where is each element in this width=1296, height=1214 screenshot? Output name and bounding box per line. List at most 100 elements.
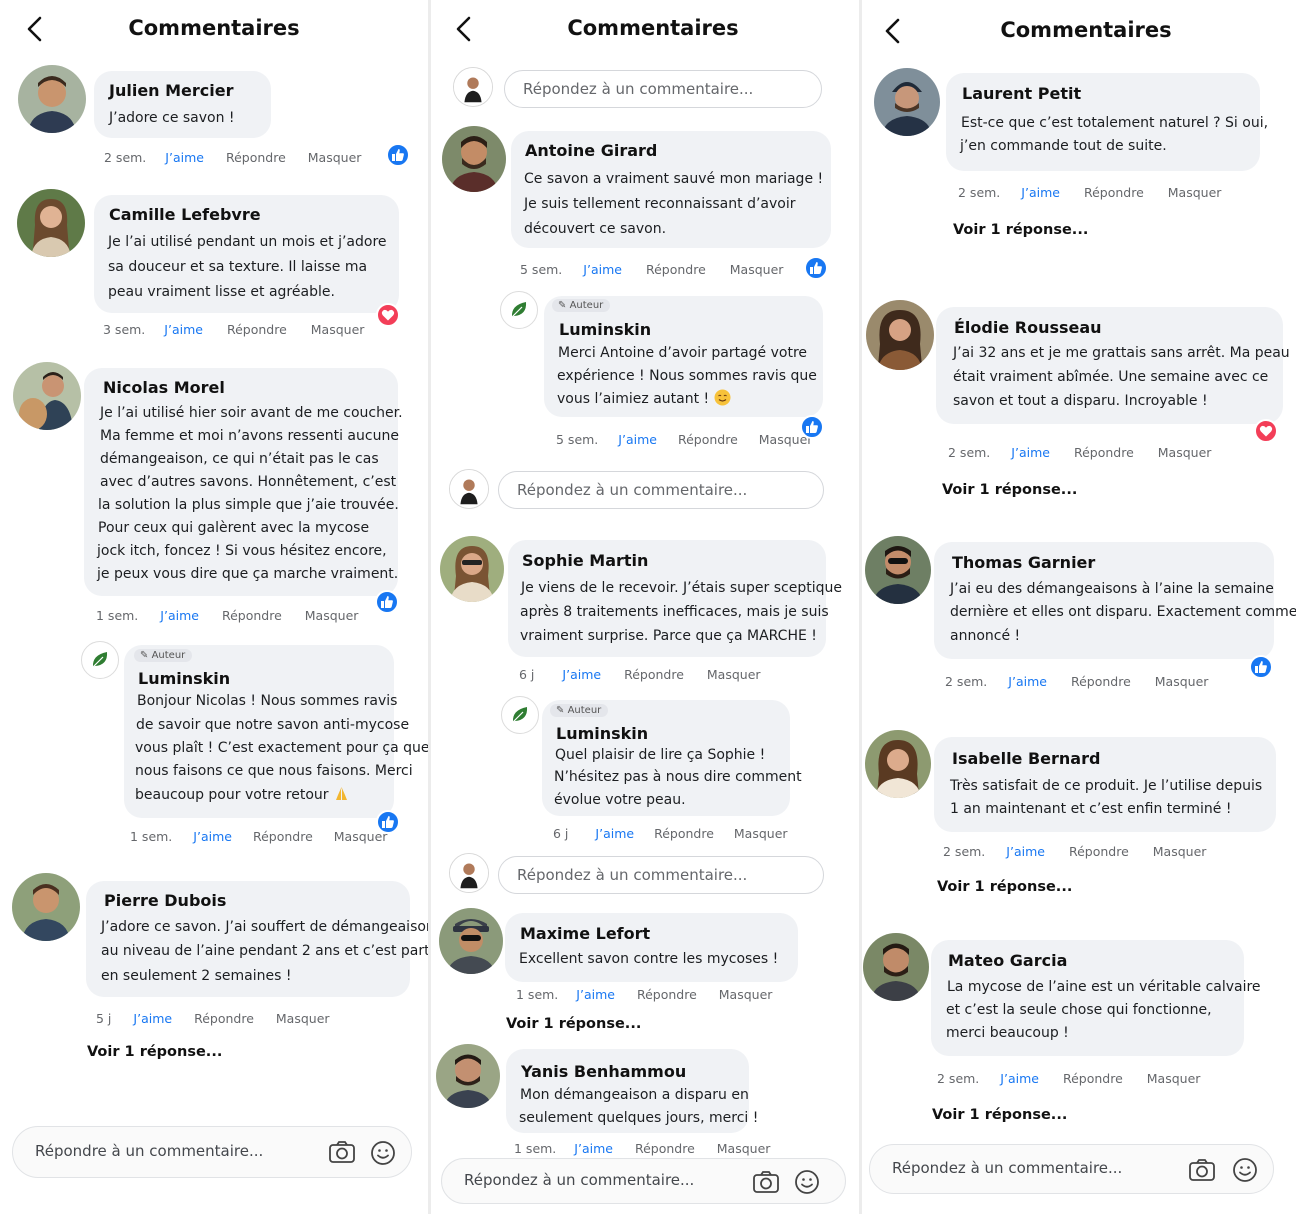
- commenter-name[interactable]: Yanis Benhammou: [521, 1062, 686, 1081]
- camera-icon[interactable]: [328, 1140, 356, 1164]
- commenter-name[interactable]: Maxime Lefort: [520, 924, 650, 943]
- reply-input[interactable]: Répondez à un commentaire...: [498, 856, 824, 894]
- like-button[interactable]: J’aime: [618, 432, 657, 447]
- avatar[interactable]: [13, 362, 81, 430]
- like-button[interactable]: J’aime: [193, 829, 232, 844]
- reply-button[interactable]: Répondre: [1063, 1071, 1123, 1086]
- commenter-name[interactable]: Luminskin: [559, 320, 651, 339]
- avatar[interactable]: [866, 300, 934, 370]
- commenter-name[interactable]: Élodie Rousseau: [954, 318, 1102, 337]
- commenter-name[interactable]: Camille Lefebvre: [109, 205, 261, 224]
- hide-button[interactable]: Masquer: [1158, 445, 1212, 460]
- like-button[interactable]: J’aime: [562, 667, 601, 682]
- avatar[interactable]: [436, 1044, 500, 1108]
- commenter-name[interactable]: Luminskin: [556, 724, 648, 743]
- reply-button[interactable]: Répondre: [1074, 445, 1134, 460]
- commenter-name[interactable]: Sophie Martin: [522, 551, 648, 570]
- avatar[interactable]: [874, 68, 940, 136]
- see-replies-link[interactable]: Voir 1 réponse...: [87, 1044, 222, 1060]
- camera-icon[interactable]: [1188, 1158, 1216, 1182]
- commenter-name[interactable]: Julien Mercier: [109, 81, 234, 100]
- like-button[interactable]: J’aime: [574, 1141, 613, 1156]
- reply-button[interactable]: Répondre: [624, 667, 684, 682]
- reply-button[interactable]: Répondre: [194, 1011, 254, 1026]
- like-button[interactable]: J’aime: [1008, 674, 1047, 689]
- commenter-name[interactable]: Thomas Garnier: [952, 553, 1095, 572]
- reply-button[interactable]: Répondre: [226, 150, 286, 165]
- reply-button[interactable]: Répondre: [222, 608, 282, 623]
- brand-avatar[interactable]: [81, 641, 119, 679]
- reply-button[interactable]: Répondre: [227, 322, 287, 337]
- reply-button[interactable]: Répondre: [253, 829, 313, 844]
- emoji-icon[interactable]: [370, 1140, 396, 1166]
- avatar[interactable]: [12, 873, 80, 941]
- like-button[interactable]: J’aime: [1021, 185, 1060, 200]
- commenter-name[interactable]: Isabelle Bernard: [952, 749, 1100, 768]
- like-button[interactable]: J’aime: [133, 1011, 172, 1026]
- avatar[interactable]: [18, 65, 86, 133]
- hide-button[interactable]: Masquer: [311, 322, 365, 337]
- reply-button[interactable]: Répondre: [678, 432, 738, 447]
- avatar[interactable]: [440, 536, 504, 602]
- avatar[interactable]: [17, 189, 85, 257]
- like-button[interactable]: J’aime: [583, 262, 622, 277]
- like-button[interactable]: J’aime: [595, 826, 634, 841]
- reply-button[interactable]: Répondre: [1069, 844, 1129, 859]
- avatar[interactable]: [863, 933, 929, 1001]
- thumbs-up-icon: [381, 596, 393, 608]
- see-replies-link[interactable]: Voir 1 réponse...: [942, 482, 1077, 498]
- commenter-name[interactable]: Laurent Petit: [962, 84, 1081, 103]
- comment-time: 3 sem.: [103, 322, 146, 337]
- reply-button[interactable]: Répondre: [635, 1141, 695, 1156]
- see-replies-link[interactable]: Voir 1 réponse...: [953, 222, 1088, 238]
- commenter-name[interactable]: Nicolas Morel: [103, 378, 225, 397]
- camera-icon[interactable]: [752, 1170, 780, 1194]
- hide-button[interactable]: Masquer: [308, 150, 362, 165]
- reply-input[interactable]: Répondez à un commentaire...: [498, 471, 824, 509]
- reply-button[interactable]: Répondre: [646, 262, 706, 277]
- hide-button[interactable]: Masquer: [1155, 674, 1209, 689]
- avatar[interactable]: [442, 126, 506, 192]
- reply-button[interactable]: Répondre: [1084, 185, 1144, 200]
- see-replies-link[interactable]: Voir 1 réponse...: [937, 879, 1072, 895]
- like-button[interactable]: J’aime: [160, 608, 199, 623]
- reply-button[interactable]: Répondre: [1071, 674, 1131, 689]
- like-button[interactable]: J’aime: [576, 987, 615, 1002]
- author-badge-label: Auteur: [569, 300, 604, 311]
- commenter-name[interactable]: Pierre Dubois: [104, 891, 226, 910]
- reply-button[interactable]: Répondre: [637, 987, 697, 1002]
- comment-composer[interactable]: Répondez à un commentaire...: [869, 1144, 1274, 1194]
- brand-avatar[interactable]: [500, 291, 538, 329]
- like-button[interactable]: J’aime: [1006, 844, 1045, 859]
- avatar[interactable]: [865, 536, 931, 604]
- comment-composer[interactable]: Répondez à un commentaire...: [441, 1158, 846, 1204]
- hide-button[interactable]: Masquer: [305, 608, 359, 623]
- emoji-icon[interactable]: [794, 1169, 820, 1195]
- hide-button[interactable]: Masquer: [1153, 844, 1207, 859]
- commenter-name[interactable]: Antoine Girard: [525, 141, 657, 160]
- see-replies-link[interactable]: Voir 1 réponse...: [506, 1016, 641, 1032]
- hide-button[interactable]: Masquer: [717, 1141, 771, 1156]
- hide-button[interactable]: Masquer: [734, 826, 788, 841]
- comment-composer[interactable]: Répondre à un commentaire...: [12, 1126, 412, 1178]
- avatar[interactable]: [439, 908, 503, 974]
- hide-button[interactable]: Masquer: [1168, 185, 1222, 200]
- like-button[interactable]: J’aime: [164, 322, 203, 337]
- commenter-name[interactable]: Mateo Garcia: [948, 951, 1067, 970]
- avatar[interactable]: [865, 730, 931, 798]
- reply-input[interactable]: Répondez à un commentaire...: [504, 70, 822, 108]
- hide-button[interactable]: Masquer: [276, 1011, 330, 1026]
- comment-text-line: annoncé !: [950, 628, 1021, 644]
- hide-button[interactable]: Masquer: [730, 262, 784, 277]
- hide-button[interactable]: Masquer: [719, 987, 773, 1002]
- like-button[interactable]: J’aime: [1011, 445, 1050, 460]
- like-button[interactable]: J’aime: [1000, 1071, 1039, 1086]
- brand-avatar[interactable]: [501, 696, 539, 734]
- hide-button[interactable]: Masquer: [707, 667, 761, 682]
- reply-button[interactable]: Répondre: [654, 826, 714, 841]
- see-replies-link[interactable]: Voir 1 réponse...: [932, 1107, 1067, 1123]
- like-button[interactable]: J’aime: [165, 150, 204, 165]
- commenter-name[interactable]: Luminskin: [138, 669, 230, 688]
- emoji-icon[interactable]: [1232, 1157, 1258, 1183]
- hide-button[interactable]: Masquer: [1147, 1071, 1201, 1086]
